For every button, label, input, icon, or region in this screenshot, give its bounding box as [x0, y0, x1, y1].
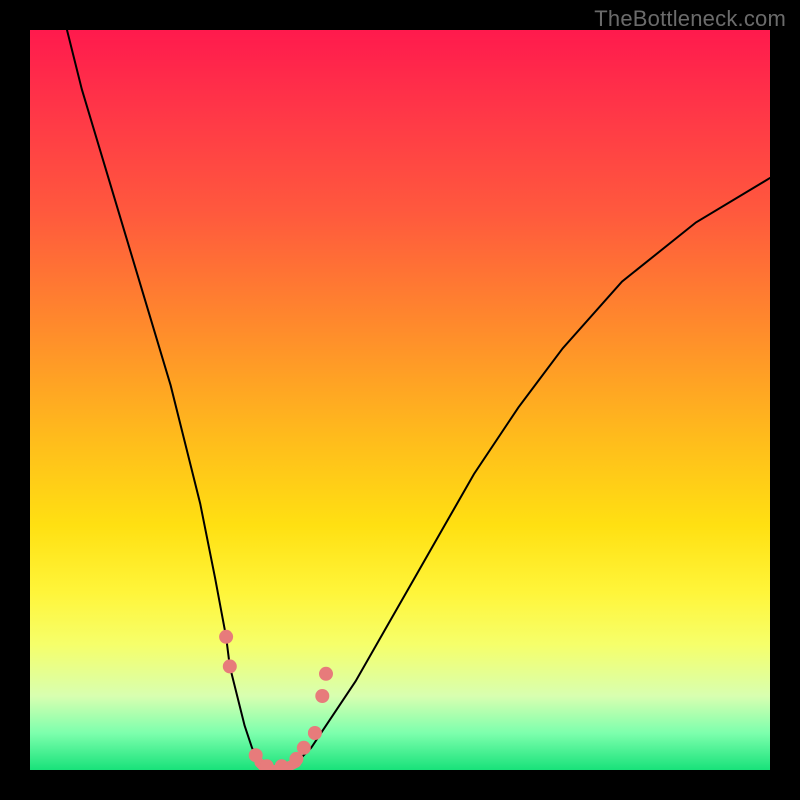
chart-frame: TheBottleneck.com	[0, 0, 800, 800]
curve-marker	[219, 630, 233, 644]
curve-marker	[315, 689, 329, 703]
curve-marker	[297, 741, 311, 755]
watermark-text: TheBottleneck.com	[594, 6, 786, 32]
curve-marker	[223, 659, 237, 673]
curve-svg	[30, 30, 770, 770]
curve-marker	[249, 748, 263, 762]
marker-group	[219, 630, 333, 770]
bottleneck-curve	[67, 30, 770, 770]
plot-area	[30, 30, 770, 770]
curve-marker	[308, 726, 322, 740]
curve-marker	[275, 759, 289, 770]
curve-marker	[319, 667, 333, 681]
